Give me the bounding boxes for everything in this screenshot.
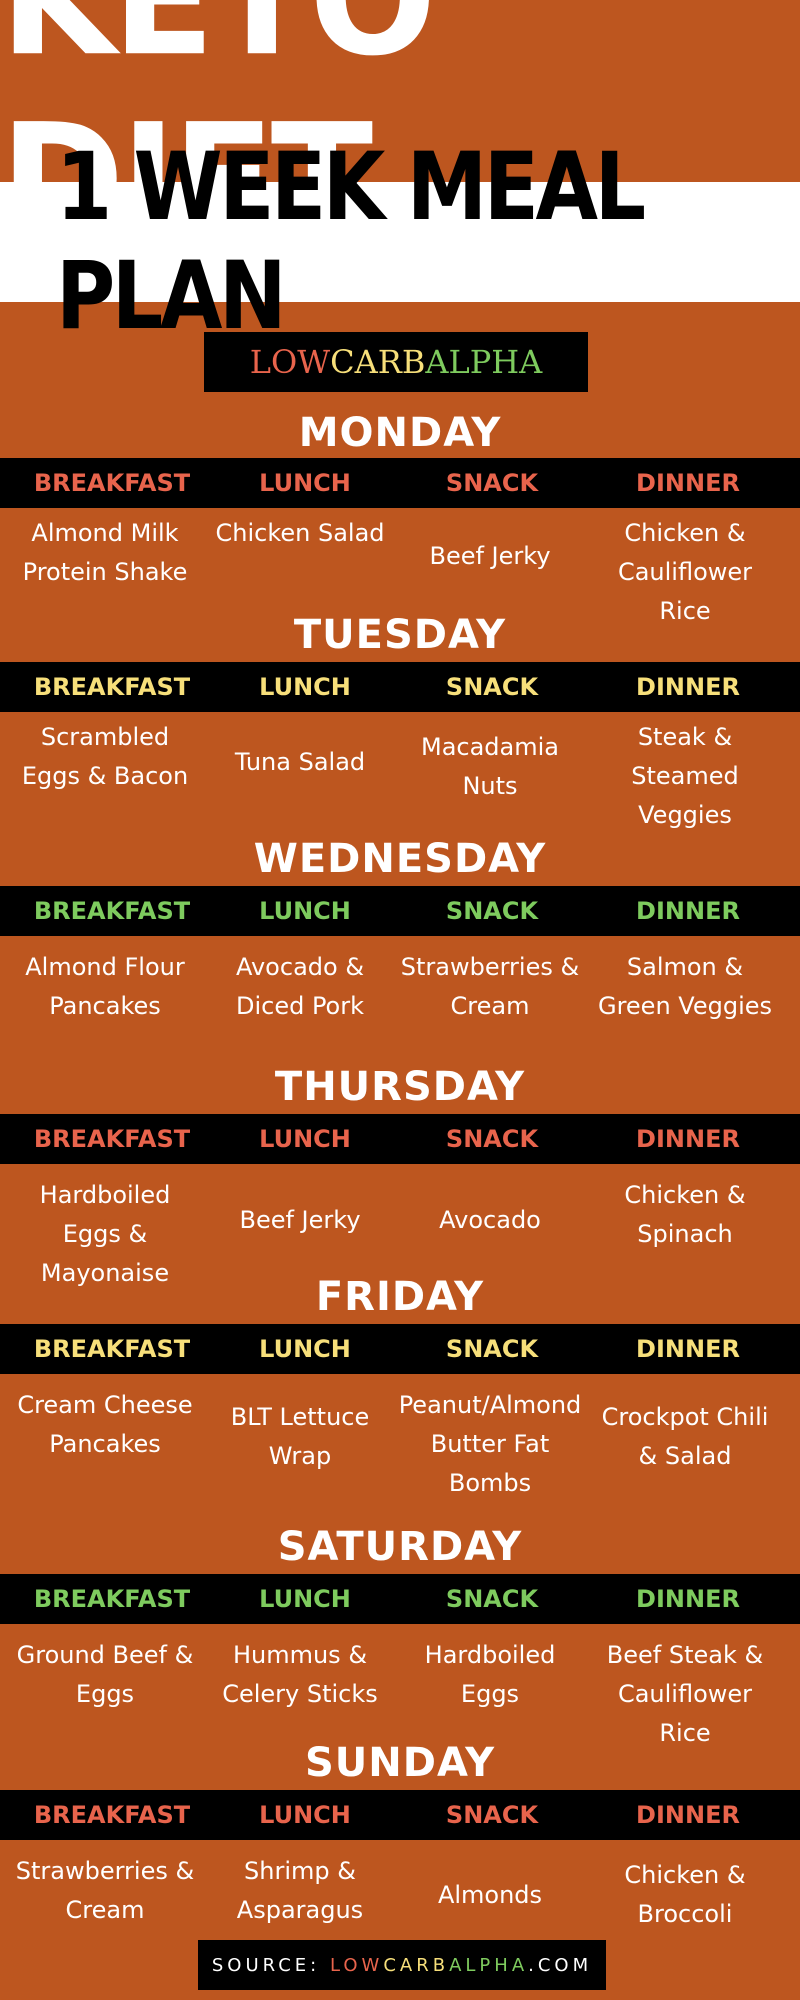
day-title-sunday: SUNDAY: [304, 1740, 496, 1786]
source-low: LOW: [329, 1954, 384, 1976]
meal-dinner: Beef Steak & Cauliflower Rice: [606, 1641, 764, 1747]
meal-snack: Peanut/Almond Butter Fat Bombs: [398, 1391, 582, 1497]
meal-header-row: BREAKFAST LUNCH SNACK DINNER: [0, 1114, 800, 1164]
header-breakfast: BREAKFAST: [33, 897, 191, 925]
header-snack: SNACK: [445, 469, 539, 497]
source-carb: CARB: [383, 1954, 450, 1976]
meal-dinner: Salmon & Green Veggies: [597, 953, 773, 1020]
meal-lunch: Tuna Salad: [234, 748, 366, 776]
day-title-saturday: SATURDAY: [277, 1524, 523, 1570]
header-breakfast: BREAKFAST: [33, 1335, 191, 1363]
header-snack: SNACK: [445, 1335, 539, 1363]
header-lunch: LUNCH: [259, 1335, 351, 1363]
header-dinner: DINNER: [636, 1335, 740, 1363]
meal-lunch: Avocado & Diced Pork: [235, 953, 365, 1020]
meal-breakfast: Almond Flour Pancakes: [25, 953, 185, 1020]
source-alpha: ALPHA: [449, 1954, 529, 1976]
header-breakfast: BREAKFAST: [33, 1585, 191, 1613]
meal-snack: Hardboiled Eggs: [424, 1641, 556, 1708]
meal-dinner: Chicken & Spinach: [624, 1181, 746, 1248]
header-dinner: DINNER: [636, 469, 740, 497]
header-lunch: LUNCH: [259, 1125, 351, 1153]
header-lunch: LUNCH: [259, 673, 351, 701]
meal-dinner: Crockpot Chili & Salad: [601, 1403, 769, 1470]
meal-dinner: Steak & Steamed Veggies: [631, 723, 739, 829]
logo-alpha: ALPHA: [425, 343, 543, 381]
meal-breakfast: Strawberries & Cream: [15, 1857, 195, 1924]
header-lunch: LUNCH: [259, 1585, 351, 1613]
meal-snack: Strawberries & Cream: [400, 953, 580, 1020]
meal-header-row: BREAKFAST LUNCH SNACK DINNER: [0, 662, 800, 712]
meal-header-row: BREAKFAST LUNCH SNACK DINNER: [0, 458, 800, 508]
title-band: 1 WEEK MEAL PLAN: [0, 133, 800, 351]
day-title-tuesday: TUESDAY: [293, 612, 507, 658]
day-title-wednesday: WEDNESDAY: [253, 836, 547, 882]
meal-lunch: BLT Lettuce Wrap: [230, 1403, 370, 1470]
meal-breakfast: Scrambled Eggs & Bacon: [21, 723, 189, 790]
meal-snack: Avocado: [439, 1206, 541, 1234]
meal-lunch: Chicken Salad: [215, 519, 385, 547]
day-title-monday: MONDAY: [298, 410, 502, 456]
logo-lowcarbalpha: LOW CARB ALPHA: [204, 332, 588, 392]
logo-carb: CARB: [330, 343, 426, 381]
logo-low: LOW: [249, 343, 331, 381]
source-domain: .COM: [528, 1954, 593, 1976]
header-breakfast: BREAKFAST: [33, 469, 191, 497]
meal-lunch: Beef Jerky: [239, 1206, 361, 1234]
day-title-friday: FRIDAY: [315, 1274, 485, 1320]
header-snack: SNACK: [445, 897, 539, 925]
meal-header-row: BREAKFAST LUNCH SNACK DINNER: [0, 1790, 800, 1840]
header-dinner: DINNER: [636, 1585, 740, 1613]
meal-snack: Almonds: [437, 1881, 543, 1909]
header-dinner: DINNER: [636, 1125, 740, 1153]
header-lunch: LUNCH: [259, 469, 351, 497]
meal-dinner: Chicken & Broccoli: [624, 1861, 746, 1928]
day-title-thursday: THURSDAY: [274, 1064, 526, 1110]
meal-header-row: BREAKFAST LUNCH SNACK DINNER: [0, 886, 800, 936]
header-dinner: DINNER: [636, 673, 740, 701]
header-breakfast: BREAKFAST: [33, 673, 191, 701]
header-dinner: DINNER: [636, 897, 740, 925]
meal-header-row: BREAKFAST LUNCH SNACK DINNER: [0, 1324, 800, 1374]
title-meal-plan: 1 WEEK MEAL PLAN: [56, 133, 646, 351]
header-dinner: DINNER: [636, 1801, 740, 1829]
header-breakfast: BREAKFAST: [33, 1125, 191, 1153]
meal-breakfast: Almond Milk Protein Shake: [22, 519, 188, 586]
meal-header-row: BREAKFAST LUNCH SNACK DINNER: [0, 1574, 800, 1624]
source-label: SOURCE:: [211, 1954, 321, 1976]
meal-breakfast: Cream Cheese Pancakes: [17, 1391, 193, 1458]
meal-snack: Beef Jerky: [429, 542, 551, 570]
header-breakfast: BREAKFAST: [33, 1801, 191, 1829]
header-snack: SNACK: [445, 1125, 539, 1153]
header-snack: SNACK: [445, 1801, 539, 1829]
header-lunch: LUNCH: [259, 897, 351, 925]
header-snack: SNACK: [445, 1585, 539, 1613]
source-credit: SOURCE: LOW CARB ALPHA .COM: [198, 1940, 606, 1990]
header-lunch: LUNCH: [259, 1801, 351, 1829]
meal-breakfast: Ground Beef & Eggs: [16, 1641, 194, 1708]
meal-lunch: Shrimp & Asparagus: [236, 1857, 364, 1924]
meal-snack: Macadamia Nuts: [420, 733, 559, 800]
header-snack: SNACK: [445, 673, 539, 701]
meal-lunch: Hummus & Celery Sticks: [222, 1641, 378, 1708]
